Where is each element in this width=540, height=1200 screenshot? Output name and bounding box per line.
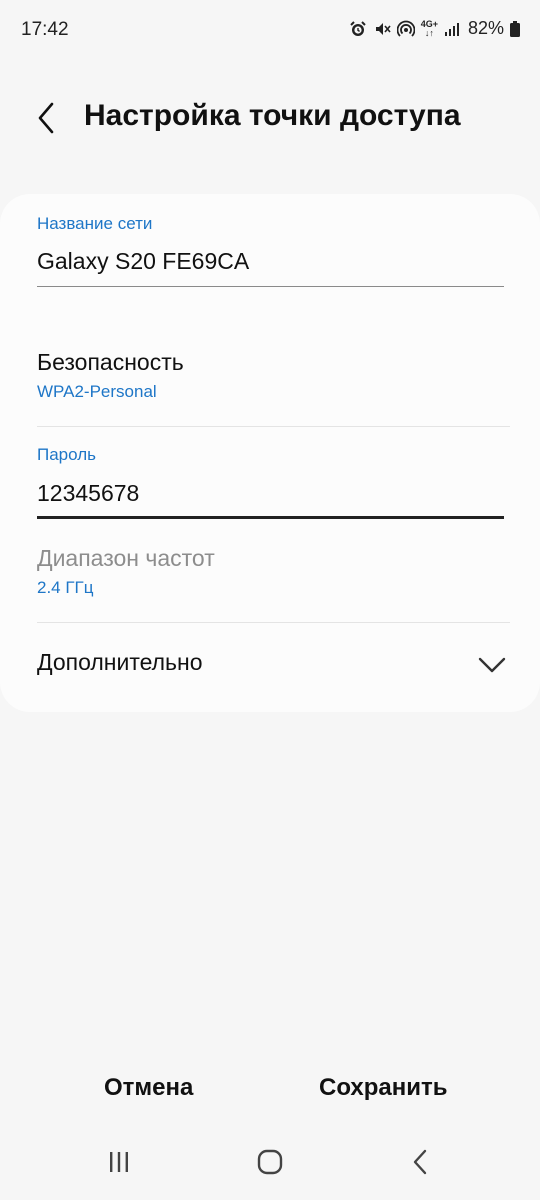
- recents-icon: [110, 1152, 128, 1172]
- alarm-icon: [349, 20, 367, 38]
- nav-back-button[interactable]: [401, 1146, 441, 1178]
- back-icon: [413, 1149, 427, 1175]
- back-button[interactable]: [26, 96, 66, 140]
- frequency-value: 2.4 ГГц: [37, 578, 94, 597]
- status-icons: 4G+ ↓↑ 82%: [349, 18, 520, 39]
- security-value: WPA2-Personal: [37, 382, 157, 401]
- nav-bar: [0, 1130, 540, 1200]
- security-row[interactable]: Безопасность WPA2-Personal: [0, 334, 540, 426]
- network-name-underline: [37, 286, 504, 287]
- advanced-title: Дополнительно: [37, 649, 203, 675]
- frequency-row: Диапазон частот 2.4 ГГц: [0, 530, 540, 622]
- password-underline: [37, 516, 504, 519]
- frequency-title: Диапазон частот: [37, 545, 215, 571]
- save-button[interactable]: Сохранить: [319, 1074, 448, 1102]
- screen: 17:42 4G+ ↓↑ 82% Настройка точки доступа…: [0, 0, 540, 1200]
- home-icon: [257, 1149, 283, 1175]
- network-name-label: Название сети: [37, 214, 153, 233]
- settings-card: Название сети Galaxy S20 FE69CA Безопасн…: [0, 194, 540, 712]
- network-name-input[interactable]: Galaxy S20 FE69CA: [37, 248, 249, 275]
- status-time: 17:42: [21, 19, 69, 40]
- header: Настройка точки доступа: [0, 86, 540, 150]
- battery-percent: 82%: [467, 18, 504, 38]
- password-input[interactable]: 12345678: [37, 480, 139, 507]
- divider: [37, 426, 510, 427]
- cancel-button[interactable]: Отмена: [104, 1074, 193, 1102]
- network-4g-icon: 4G+ ↓↑: [420, 18, 438, 38]
- page-title: Настройка точки доступа: [84, 99, 461, 132]
- battery-icon: [510, 20, 520, 37]
- signal-icon: [444, 21, 460, 37]
- back-arrow-icon: [38, 102, 54, 134]
- password-label: Пароль: [37, 445, 96, 464]
- status-bar: 17:42 4G+ ↓↑ 82%: [0, 0, 540, 60]
- recents-button[interactable]: [99, 1146, 139, 1178]
- chevron-down-icon: [478, 657, 506, 673]
- hotspot-icon: [396, 20, 415, 38]
- advanced-row[interactable]: Дополнительно: [0, 623, 540, 703]
- home-button[interactable]: [250, 1146, 290, 1178]
- mute-icon: [373, 20, 391, 38]
- security-title: Безопасность: [37, 349, 184, 375]
